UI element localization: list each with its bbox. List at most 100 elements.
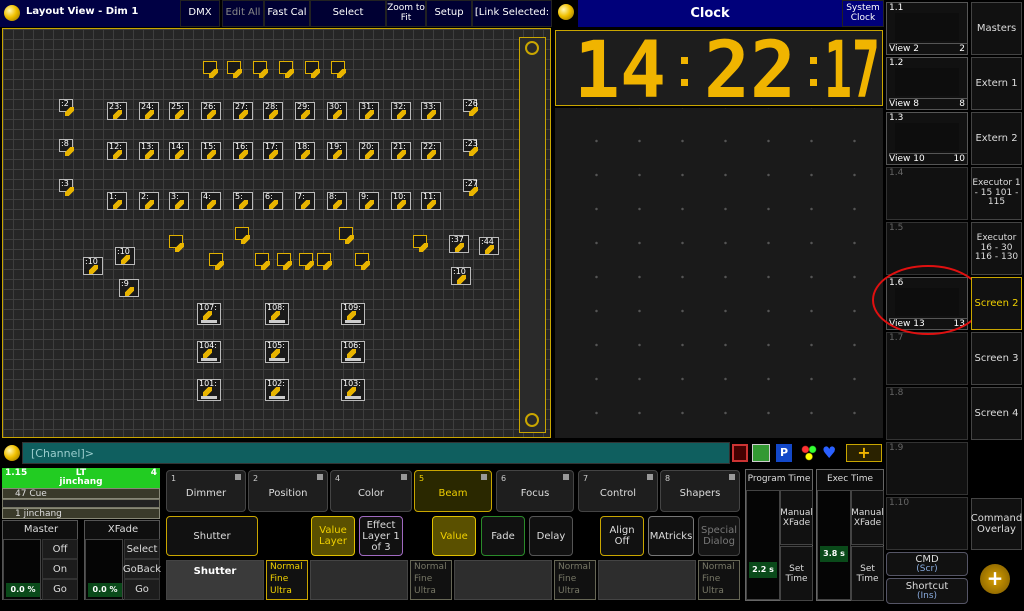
fixture[interactable]: 108: bbox=[265, 303, 289, 325]
layout-ball-icon[interactable] bbox=[4, 5, 20, 21]
fixture[interactable]: :27 bbox=[463, 179, 478, 196]
align-off-button[interactable]: Align Off bbox=[600, 516, 644, 556]
program-time-fader[interactable] bbox=[746, 490, 780, 600]
network-icon[interactable] bbox=[732, 444, 748, 462]
preview-p-icon[interactable]: P bbox=[776, 444, 792, 462]
fixture[interactable]: 10: bbox=[391, 192, 411, 210]
zoom-out-icon[interactable] bbox=[525, 413, 539, 427]
fixture[interactable]: 104: bbox=[197, 341, 221, 363]
fixture[interactable]: 20: bbox=[359, 142, 379, 160]
fixture[interactable]: 4: bbox=[201, 192, 221, 210]
effect-layer-button[interactable]: Effect Layer 1 of 3 bbox=[359, 516, 403, 556]
encoder-resolution-1[interactable]: Normal Fine Ultra bbox=[266, 560, 308, 600]
fixture[interactable]: :3 bbox=[59, 179, 74, 196]
fixture[interactable]: 103: bbox=[341, 379, 365, 401]
fixture[interactable]: :10 bbox=[115, 247, 135, 265]
fixture[interactable] bbox=[255, 253, 270, 270]
fixture[interactable]: 24: bbox=[139, 102, 159, 120]
screen-button-5[interactable]: Screen 2 bbox=[971, 277, 1022, 330]
fixture[interactable]: :26 bbox=[463, 99, 478, 116]
fixture[interactable]: 107: bbox=[197, 303, 221, 325]
fixture[interactable]: 13: bbox=[139, 142, 159, 160]
encoder-resolution-3[interactable]: Normal Fine Ultra bbox=[554, 560, 596, 600]
fixture[interactable] bbox=[355, 253, 370, 270]
fixture[interactable]: 18: bbox=[295, 142, 315, 160]
fixture[interactable]: 23: bbox=[107, 102, 127, 120]
fixture[interactable]: 33: bbox=[421, 102, 441, 120]
fixture[interactable] bbox=[339, 227, 354, 244]
encoder-3[interactable] bbox=[454, 560, 552, 600]
fixture[interactable]: 14: bbox=[169, 142, 189, 160]
master-off-button[interactable]: Off bbox=[42, 539, 78, 559]
fixture-icon[interactable] bbox=[752, 444, 770, 462]
value-layer-button[interactable]: Value Layer bbox=[311, 516, 355, 556]
fixture[interactable]: :10 bbox=[451, 267, 471, 285]
fixture[interactable]: 5: bbox=[233, 192, 253, 210]
fixture[interactable]: 30: bbox=[327, 102, 347, 120]
zoom-in-icon[interactable] bbox=[525, 41, 539, 55]
fixture[interactable]: 26: bbox=[201, 102, 221, 120]
feature-control[interactable]: 7 Control bbox=[578, 470, 658, 512]
heart-icon[interactable]: ♥ bbox=[822, 443, 836, 462]
fixture[interactable] bbox=[235, 227, 250, 244]
xfade-go-button[interactable]: Go bbox=[124, 579, 160, 600]
program-set-time-button[interactable]: Set Time bbox=[780, 546, 813, 601]
fixture[interactable]: 11: bbox=[421, 192, 441, 210]
fixture[interactable] bbox=[203, 61, 218, 78]
encoder-resolution-4[interactable]: Normal Fine Ultra bbox=[698, 560, 740, 600]
fixture[interactable]: 2: bbox=[139, 192, 159, 210]
special-dialog-button[interactable]: Special Dialog bbox=[698, 516, 740, 556]
fixture[interactable]: :23 bbox=[463, 139, 478, 156]
cmd-button[interactable]: CMD (Scr) bbox=[886, 552, 968, 576]
fixture[interactable]: :44 bbox=[479, 237, 499, 255]
fixture[interactable] bbox=[317, 253, 332, 270]
fixture[interactable]: 32: bbox=[391, 102, 411, 120]
screen-button-4[interactable]: Executor 16 - 30 116 - 130 bbox=[971, 222, 1022, 275]
fixture[interactable]: 106: bbox=[341, 341, 365, 363]
delay-button[interactable]: Delay bbox=[529, 516, 573, 556]
fixture[interactable]: :10 bbox=[83, 257, 103, 275]
feature-position[interactable]: 2 Position bbox=[248, 470, 328, 512]
fixture[interactable]: :8 bbox=[59, 139, 74, 156]
fixture[interactable]: 29: bbox=[295, 102, 315, 120]
fixture[interactable] bbox=[299, 253, 314, 270]
view-button-1-3[interactable]: 1.3 View 10 10 bbox=[886, 112, 968, 165]
link-selected-button[interactable]: [Link Selected: bbox=[472, 0, 552, 27]
layout-zoom-scrollbar[interactable] bbox=[519, 37, 546, 433]
fixture[interactable]: 19: bbox=[327, 142, 347, 160]
fixture[interactable] bbox=[169, 235, 184, 252]
encoder-resolution-2[interactable]: Normal Fine Ultra bbox=[410, 560, 452, 600]
view-button-1-2[interactable]: 1.2 View 8 8 bbox=[886, 57, 968, 110]
fixture[interactable] bbox=[305, 61, 320, 78]
fixture[interactable]: :2 bbox=[59, 99, 74, 116]
program-manual-xfade-button[interactable]: Manual XFade bbox=[780, 490, 813, 545]
view-button-1-9[interactable]: 1.9 bbox=[886, 442, 968, 495]
fixture[interactable]: 7: bbox=[295, 192, 315, 210]
fixture[interactable]: 28: bbox=[263, 102, 283, 120]
edit-all-button[interactable]: Edit All bbox=[222, 0, 264, 27]
screen-button-7[interactable]: Screen 4 bbox=[971, 387, 1022, 440]
fixture[interactable]: 6: bbox=[263, 192, 283, 210]
fixture[interactable]: 9: bbox=[359, 192, 379, 210]
screen-button-2[interactable]: Extern 2 bbox=[971, 112, 1022, 165]
system-clock-button[interactable]: System Clock bbox=[842, 0, 884, 27]
fixture[interactable]: 109: bbox=[341, 303, 365, 325]
add-window-icon[interactable]: + bbox=[980, 564, 1010, 594]
screen-button-6[interactable]: Screen 3 bbox=[971, 332, 1022, 385]
fixture[interactable]: :37 bbox=[449, 235, 469, 253]
master-on-button[interactable]: On bbox=[42, 559, 78, 579]
fade-button[interactable]: Fade bbox=[481, 516, 525, 556]
command-overlay-button[interactable]: Command Overlay bbox=[971, 498, 1022, 550]
master-go-button[interactable]: Go bbox=[42, 579, 78, 600]
view-button-1-1[interactable]: 1.1 View 2 2 bbox=[886, 2, 968, 55]
view-button-1-10[interactable]: 1.10 bbox=[886, 497, 968, 550]
feature-color[interactable]: 4 Color bbox=[330, 470, 412, 512]
fixture[interactable]: 21: bbox=[391, 142, 411, 160]
fixture[interactable]: 16: bbox=[233, 142, 253, 160]
value-button[interactable]: Value bbox=[432, 516, 476, 556]
encoder-2[interactable] bbox=[310, 560, 408, 600]
dmx-button[interactable]: DMX bbox=[180, 0, 220, 27]
fixture[interactable] bbox=[331, 61, 346, 78]
feature-focus[interactable]: 6 Focus bbox=[496, 470, 574, 512]
screen-button-1[interactable]: Extern 1 bbox=[971, 57, 1022, 110]
